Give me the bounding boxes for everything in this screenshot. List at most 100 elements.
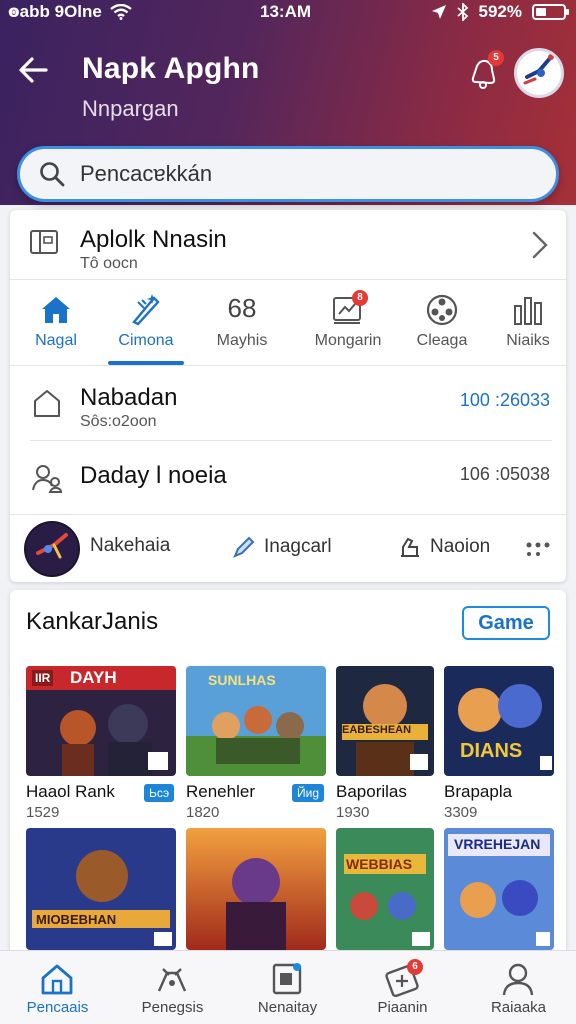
quick-action-inagcarl[interactable]: Inagcarl xyxy=(232,535,332,559)
tab-label: Cimona xyxy=(118,332,174,349)
chevron-right-icon[interactable] xyxy=(528,228,552,262)
nav-item-pencaais[interactable]: Pencaais xyxy=(0,951,115,1024)
search-icon xyxy=(40,162,65,187)
notification-badge: 5 xyxy=(488,50,504,66)
game-tile[interactable]: WEBBIAS xyxy=(336,828,434,950)
battery-icon xyxy=(532,4,569,20)
nav-item-penegsis[interactable]: Penegsis xyxy=(115,951,230,1024)
bluetooth-icon xyxy=(456,3,468,21)
users-icon xyxy=(32,465,63,493)
back-arrow-icon[interactable] xyxy=(16,52,52,88)
section-title: KankarJanis xyxy=(26,608,159,635)
tab-label: Nagal xyxy=(35,332,77,349)
status-right: 592% xyxy=(431,2,569,22)
more-icon[interactable] xyxy=(524,539,552,559)
tile-caption: Brapapla xyxy=(444,782,513,801)
tile-count: 1529 xyxy=(26,804,60,821)
tile-count: 1930 xyxy=(336,804,370,821)
active-tab-indicator xyxy=(108,361,184,365)
game-artwork xyxy=(186,828,326,950)
tile-banner: SUNLHAS xyxy=(208,672,276,688)
app-row-subtitle: Tô oocn xyxy=(80,255,138,272)
quick-actions: Nakehaia Inagcarl Naoion xyxy=(10,514,566,582)
tile-banner: EABESHEAN xyxy=(342,724,412,736)
game-tile[interactable]: EABESHEAN xyxy=(336,666,434,776)
game-tile[interactable]: DIANS xyxy=(444,666,554,776)
quick-action-label: Naoion xyxy=(430,536,491,557)
battery-percent: 592% xyxy=(478,2,522,21)
wifi-icon xyxy=(110,4,132,20)
game-tile[interactable]: IIR DAYH xyxy=(26,666,176,776)
stat-row-2[interactable]: Daday l noeia 106 :05038 xyxy=(10,440,566,516)
game-filter-button[interactable]: Game xyxy=(462,606,550,640)
tile-caption: Haaol Rank xyxy=(26,782,115,801)
nav-item-raiaaka[interactable]: Raiaaka xyxy=(461,951,576,1024)
tile-mini-tag: Йиg xyxy=(292,784,325,802)
profile-icon xyxy=(502,963,534,996)
tab-badge: 8 xyxy=(352,290,368,306)
search-input[interactable] xyxy=(80,161,520,187)
stat-row-title: Daday l noeia xyxy=(80,462,227,489)
category-tabs: Nagal Cimona 68 Mayhis 8 Mongarin Cleaga… xyxy=(10,282,566,366)
game-tile[interactable]: VRREHEJAN xyxy=(444,828,554,950)
page-title: Napk Apghn xyxy=(82,52,260,85)
nav-label: Raiaaka xyxy=(490,999,547,1016)
nav-label: Piaanin xyxy=(377,999,428,1016)
game-artwork xyxy=(336,666,434,776)
game-tile[interactable]: SUNLHAS xyxy=(186,666,326,776)
search-bar[interactable] xyxy=(17,146,559,202)
tab-mongarin[interactable]: 8 Mongarin xyxy=(302,282,394,366)
tile-tag: IIR xyxy=(32,670,54,686)
game-artwork xyxy=(336,828,434,950)
tile-count: 3309 xyxy=(444,804,478,821)
pen-icon xyxy=(233,536,255,558)
tile-count: 1820 xyxy=(186,804,220,821)
home-icon xyxy=(42,297,70,323)
tab-mayhis[interactable]: 68 Mayhis xyxy=(196,282,288,366)
tab-niaiks[interactable]: Niaiks xyxy=(482,282,574,366)
notification-button[interactable]: 5 xyxy=(464,50,504,92)
film-reel-icon xyxy=(426,294,458,326)
profile-avatar[interactable] xyxy=(514,48,564,98)
location-icon xyxy=(431,5,446,19)
number-icon: 68 xyxy=(227,293,257,323)
stat-row-1[interactable]: Nabadan Sôs:o2oon 100 :26033 xyxy=(10,366,566,442)
tile-banner: MIOBEBHAN xyxy=(36,912,117,927)
quick-action-label: Inagcarl xyxy=(264,536,332,557)
stat-row-subtitle: Sôs:o2oon xyxy=(80,413,157,430)
tab-label: Cleaga xyxy=(416,332,468,349)
tab-label: Mayhis xyxy=(216,332,268,349)
quick-action-naoion[interactable]: Naoion xyxy=(398,535,490,559)
stat-row-title: Nabadan xyxy=(80,384,178,411)
tile-caption: Renehler xyxy=(186,782,255,801)
nav-label: Pencaais xyxy=(26,999,89,1016)
quick-action-label: Nakehaia xyxy=(90,535,171,556)
avatar-icon xyxy=(523,54,554,85)
tab-cimona[interactable]: Cimona xyxy=(100,282,192,366)
nav-item-piaanin[interactable]: 6 Piaanin xyxy=(345,951,460,1024)
stat-row-value: 100 :26033 xyxy=(459,390,550,410)
status-bar: ꙩabb 9Olne 13:AM 592% xyxy=(0,0,576,26)
carrier-label: ꙩabb 9Olne xyxy=(8,2,102,21)
game-tile[interactable] xyxy=(186,828,326,950)
tab-cleaga[interactable]: Cleaga xyxy=(396,282,488,366)
quick-avatar[interactable] xyxy=(24,521,80,577)
app-row[interactable]: Aplolk Nnasin Tô oocn xyxy=(10,210,566,280)
tab-nagal[interactable]: Nagal xyxy=(10,282,102,366)
quick-action-nakehaia[interactable]: Nakehaia xyxy=(90,535,170,557)
tab-label: Mongarin xyxy=(314,332,382,349)
tile-banner: VRREHEJAN xyxy=(454,836,541,852)
app-row-title: Aplolk Nnasin xyxy=(80,226,227,253)
stat-row-value: 106 :05038 xyxy=(459,464,550,484)
status-time: 13:AM xyxy=(260,2,312,21)
controller-icon xyxy=(157,968,187,992)
nav-item-nenaitay[interactable]: Nenaitay xyxy=(230,951,345,1024)
status-left: ꙩabb 9Olne xyxy=(8,2,132,22)
page-subtitle: Nnpargan xyxy=(82,96,179,121)
house-outline-icon xyxy=(34,390,60,417)
app-info-card: Aplolk Nnasin Tô oocn Nagal Cimona 68 Ma… xyxy=(10,210,566,582)
nav-label: Nenaitay xyxy=(257,999,318,1016)
game-tile[interactable]: MIOBEBHAN xyxy=(26,828,176,950)
game-artwork xyxy=(26,828,176,950)
bottom-navigation: Pencaais Penegsis Nenaitay 6 Piaanin Rai… xyxy=(0,950,576,1024)
